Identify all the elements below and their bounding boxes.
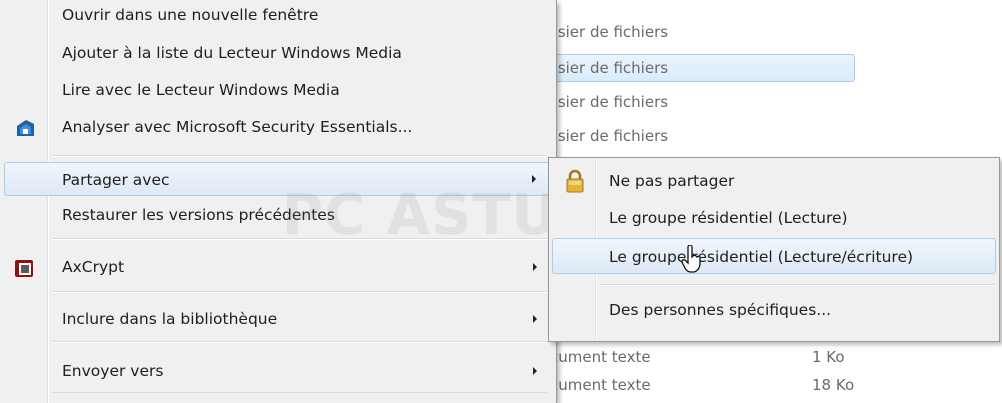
submenu-arrow-icon [533,367,537,375]
menu-separator-highlight [52,239,547,240]
file-type: ssier de fichiers [550,93,669,111]
menu-item-open-new-window[interactable]: Ouvrir dans une nouvelle fenêtre [4,0,551,32]
menu-separator-highlight [52,292,547,293]
menu-item-include-in-library[interactable]: Inclure dans la bibliothèque [4,302,551,336]
submenu-arrow-icon [533,263,537,271]
file-row[interactable]: ssier de fichiers [548,89,668,115]
submenu-item-specific-people[interactable]: Des personnes spécifiques... [552,292,996,328]
menu-item-share-with[interactable]: Partager avec [4,162,551,196]
menu-item-label: AxCrypt [62,258,125,276]
menu-item-play-with-wmp[interactable]: Lire avec le Lecteur Windows Media [4,73,551,107]
file-row[interactable]: ssier de fichiers [548,19,668,45]
submenu-item-homegroup-read-write[interactable]: Le groupe résidentiel (Lecture/écriture) [552,238,996,274]
menu-item-restore-versions[interactable]: Restaurer les versions précédentes [4,198,551,232]
menu-separator-highlight [52,156,547,157]
submenu-separator-highlight [600,285,995,286]
menu-item-scan-mse[interactable]: Analyser avec Microsoft Security Essenti… [4,110,551,144]
file-size: 18 Ko [812,376,855,394]
file-row[interactable]: ssier de fichiers [548,123,668,149]
submenu-item-do-not-share[interactable]: Ne pas partager [552,163,996,199]
menu-item-label: Lire avec le Lecteur Windows Media [62,81,340,99]
share-with-submenu: Ne pas partager Le groupe résidentiel (L… [548,157,1000,342]
security-essentials-icon [17,120,34,136]
menu-item-label: Inclure dans la bibliothèque [62,310,278,328]
menu-item-add-to-wmp-list[interactable]: Ajouter à la liste du Lecteur Windows Me… [4,36,551,70]
menu-item-label: Analyser avec Microsoft Security Essenti… [62,118,413,136]
file-type: ssier de fichiers [550,127,669,145]
menu-separator-highlight [52,342,547,343]
menu-item-label: Ouvrir dans une nouvelle fenêtre [62,6,319,24]
menu-item-axcrypt[interactable]: AxCrypt [4,250,551,284]
context-menu: Ouvrir dans une nouvelle fenêtre Ajouter… [0,0,557,403]
menu-separator [52,392,547,393]
submenu-item-label: Ne pas partager [609,172,735,190]
file-row-selected[interactable]: ssier de fichiers [548,54,855,82]
menu-item-label: Restaurer les versions précédentes [62,206,335,224]
file-row[interactable]: cument texte 18 Ko [548,372,854,398]
menu-item-send-to[interactable]: Envoyer vers [4,354,551,388]
lock-icon [566,169,584,193]
submenu-arrow-icon [532,175,536,183]
submenu-item-label: Le groupe résidentiel (Lecture) [609,209,848,227]
menu-item-label: Partager avec [62,171,170,189]
file-type: ssier de fichiers [550,23,669,41]
file-type: ssier de fichiers [550,59,669,77]
submenu-item-label: Des personnes spécifiques... [609,301,832,319]
file-row[interactable]: cument texte 1 Ko [548,344,845,370]
submenu-item-label: Le groupe résidentiel (Lecture/écriture) [609,248,914,266]
submenu-item-homegroup-read[interactable]: Le groupe résidentiel (Lecture) [552,200,996,236]
submenu-arrow-icon [533,315,537,323]
axcrypt-icon [15,260,33,277]
file-type: cument texte [550,376,651,394]
file-size: 1 Ko [812,348,845,366]
hand-cursor-icon [681,245,701,273]
menu-item-label: Ajouter à la liste du Lecteur Windows Me… [62,44,402,62]
menu-item-label: Envoyer vers [62,362,164,380]
file-type: cument texte [550,348,651,366]
